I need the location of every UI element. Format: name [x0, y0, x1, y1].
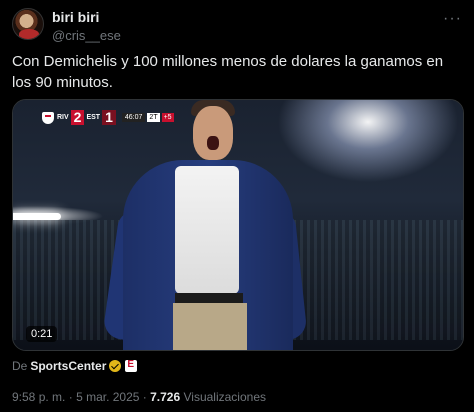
away-team: EST: [86, 114, 101, 121]
views-label: Visualizaciones: [183, 390, 267, 404]
views-count: 7.726: [150, 390, 181, 404]
scorebug: RIV 2 EST 1 46:07 2T +5: [42, 110, 174, 125]
source-attribution: De SportsCenter: [12, 359, 138, 373]
coach-mouth: [207, 136, 219, 150]
tweet-header: biri biri @cris__ese ···: [12, 6, 462, 43]
video-player[interactable]: RIV 2 EST 1 46:07 2T +5 0:21: [12, 99, 464, 351]
video-duration: 0:21: [26, 326, 58, 342]
tweet-text: Con Demichelis y 100 millones menos de d…: [12, 53, 444, 91]
coach-pants: [173, 303, 247, 350]
away-score: 1: [102, 110, 116, 125]
verified-icon: [109, 360, 122, 372]
avatar[interactable]: [12, 8, 44, 40]
author-handle[interactable]: @cris__ese: [52, 28, 121, 43]
coach-belt: [175, 293, 243, 303]
home-team: RIV: [57, 114, 69, 121]
home-score: 2: [70, 110, 85, 125]
coach-figure: [102, 100, 313, 350]
more-icon[interactable]: ···: [443, 10, 462, 28]
tweet-time[interactable]: 9:58 p. m.: [12, 390, 65, 404]
stadium-light: [13, 213, 61, 220]
tweet-date[interactable]: 5 mar. 2025: [76, 390, 139, 404]
coach-shirt: [175, 166, 239, 294]
coach-head: [193, 106, 233, 160]
source-prefix: De: [12, 359, 28, 373]
meta-separator: ·: [68, 390, 73, 404]
match-clock: 46:07: [121, 113, 146, 122]
meta-separator: ·: [142, 390, 147, 404]
espn-icon: [125, 359, 138, 372]
author-name[interactable]: biri biri: [52, 9, 99, 25]
match-half: 2T: [147, 113, 160, 122]
source-name[interactable]: SportsCenter: [30, 359, 106, 373]
shield-icon: [42, 111, 54, 124]
tweet-meta: 9:58 p. m. · 5 mar. 2025 · 7.726 Visuali…: [12, 390, 266, 404]
added-time: +5: [161, 113, 174, 122]
